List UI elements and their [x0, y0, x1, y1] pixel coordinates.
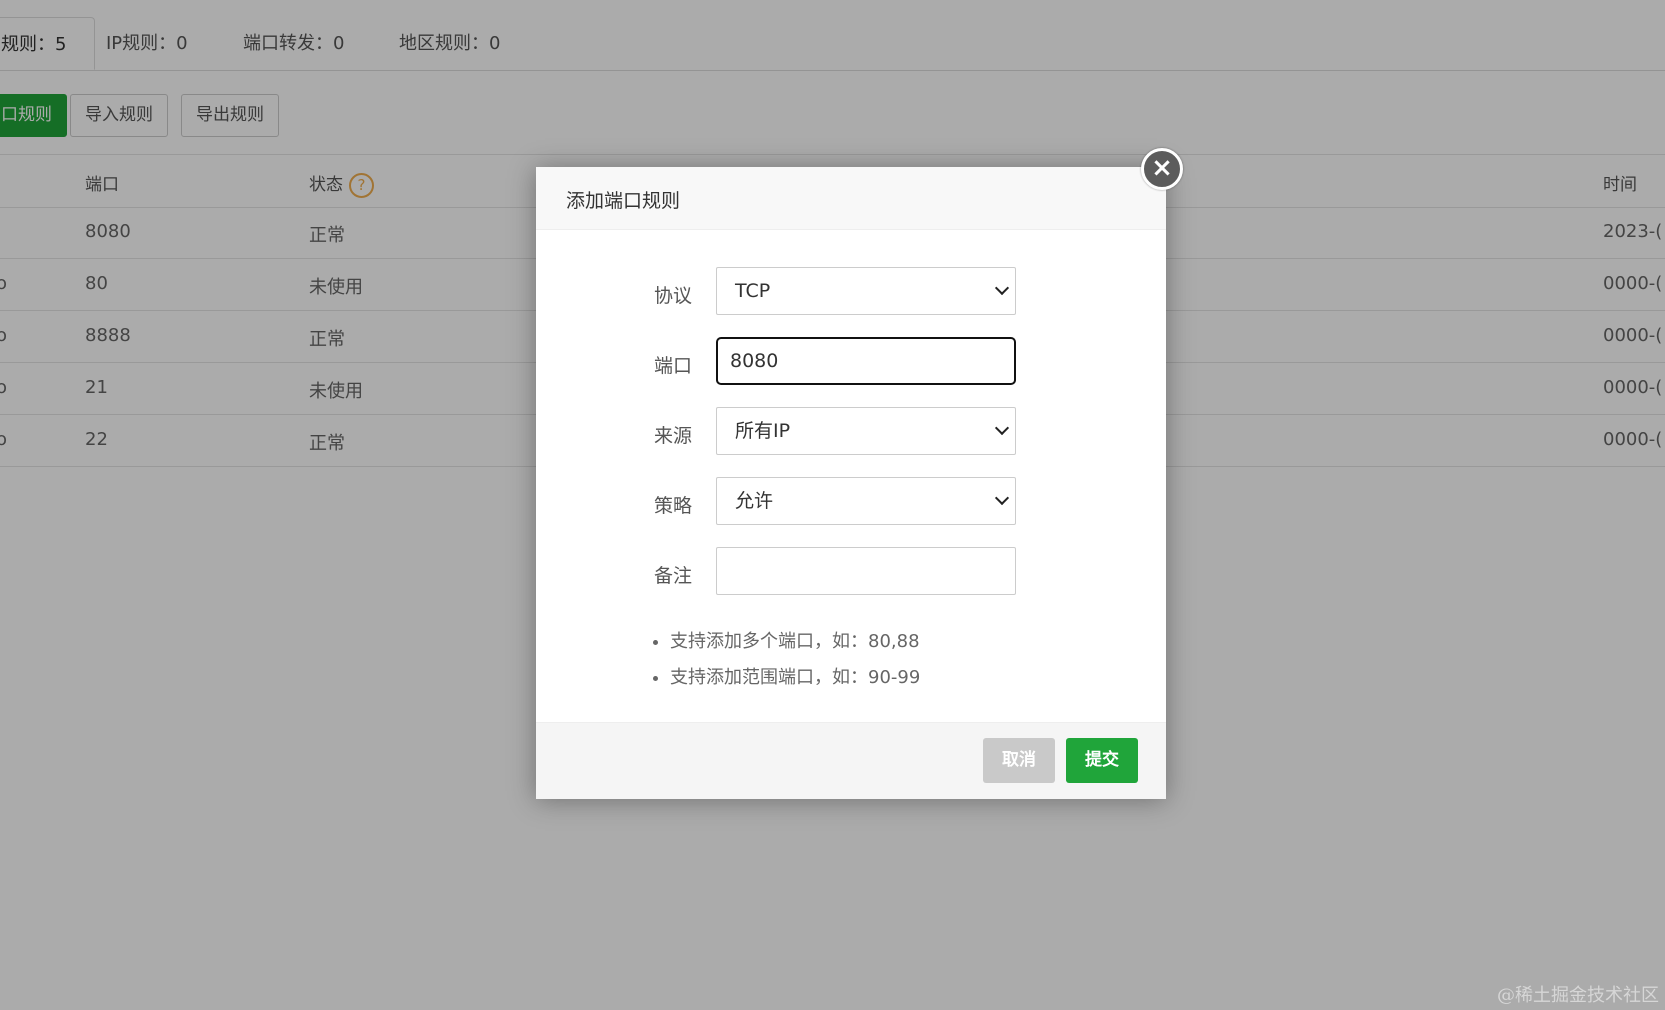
close-icon[interactable]: ×	[1141, 148, 1183, 190]
source-label: 来源	[653, 425, 692, 447]
tip-item: 支持添加多个端口，如：80,88	[670, 624, 920, 660]
tip-item: 支持添加范围端口，如：90-99	[670, 660, 920, 696]
protocol-label: 协议	[653, 285, 692, 307]
help-tips: 支持添加多个端口，如：80,88 支持添加范围端口，如：90-99	[646, 624, 920, 696]
strategy-value: 允许	[735, 490, 774, 512]
strategy-label: 策略	[653, 495, 692, 517]
dialog-title: 添加端口规则	[566, 190, 681, 212]
remark-input[interactable]	[716, 547, 1016, 595]
protocol-select[interactable]: TCP	[716, 267, 1016, 315]
port-label: 端口	[653, 355, 692, 377]
source-value: 所有IP	[735, 420, 791, 442]
strategy-select[interactable]: 允许	[716, 477, 1016, 525]
chevron-down-icon	[994, 490, 1010, 506]
chevron-down-icon	[994, 280, 1010, 296]
protocol-value: TCP	[735, 280, 771, 302]
source-select[interactable]: 所有IP	[716, 407, 1016, 455]
cancel-button[interactable]: 取消	[983, 738, 1055, 783]
add-port-rule-dialog: 添加端口规则 协议 TCP 端口 8080 来源 所有IP 策略 允许 备注 支…	[536, 167, 1166, 799]
dialog-footer: 取消 提交	[536, 722, 1166, 799]
submit-button[interactable]: 提交	[1066, 738, 1138, 783]
port-input[interactable]: 8080	[716, 337, 1016, 385]
watermark: @稀土掘金技术社区	[1497, 985, 1659, 1006]
chevron-down-icon	[994, 420, 1010, 436]
remark-label: 备注	[653, 565, 692, 587]
dialog-header: 添加端口规则	[536, 167, 1166, 230]
